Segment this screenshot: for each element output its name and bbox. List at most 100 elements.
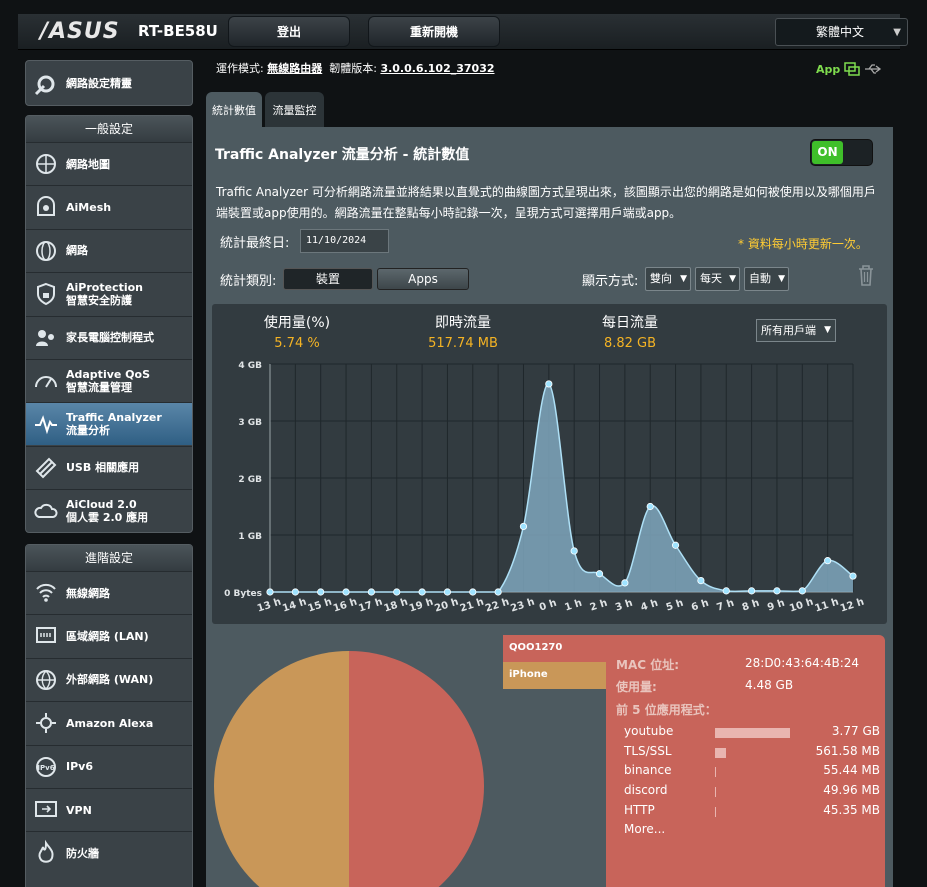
traffic-analyzer-icon (35, 415, 57, 435)
sidebar-item-label: 外部網路 (WAN) (66, 673, 153, 686)
data-point[interactable] (748, 587, 756, 595)
alexa-icon (36, 713, 56, 734)
device-list-item[interactable]: QOO1270 (503, 635, 606, 662)
x-tick-label: 23 h (509, 597, 536, 615)
update-note: * 資料每小時更新一次。 (738, 237, 868, 251)
data-point[interactable] (367, 588, 375, 596)
data-point[interactable] (393, 588, 401, 596)
data-point[interactable] (595, 570, 604, 578)
sidebar-item-shield[interactable]: AiProtection 智慧安全防護 (26, 272, 192, 315)
sidebar-item-usb[interactable]: USB 相關應用 (26, 445, 192, 489)
category-apps-button[interactable]: Apps (377, 268, 469, 290)
sidebar-item-wan-globe[interactable]: 外部網路 (WAN) (26, 657, 192, 701)
advanced-settings-heading: 進階設定 (26, 545, 192, 571)
sidebar-item-title: 防火牆 (66, 846, 99, 860)
sidebar-item-network-map[interactable]: 網路地圖 (26, 142, 192, 185)
language-value: 繁體中文 (816, 25, 865, 39)
sidebar-item-aimesh[interactable]: AiMesh (26, 185, 192, 228)
data-point[interactable] (697, 576, 705, 585)
firewall-icon (38, 840, 54, 864)
data-point[interactable] (722, 587, 730, 595)
pie-slice[interactable] (349, 651, 484, 887)
chevron-down-icon: ▼ (778, 274, 785, 284)
sidebar-item-wifi[interactable]: 無線網路 (26, 571, 192, 614)
x-tick-label: 19 h (408, 597, 435, 615)
data-point[interactable] (646, 502, 654, 511)
x-tick-label: 5 h (665, 598, 685, 614)
app-usage-bar (715, 728, 790, 738)
data-point[interactable] (671, 541, 680, 549)
data-point[interactable] (494, 588, 502, 596)
category-device-button[interactable]: 裝置 (283, 268, 373, 290)
last-date-input[interactable]: 11/10/2024 (300, 229, 389, 253)
top-apps-label: 前 5 位應用程式： (616, 703, 717, 717)
x-tick-label: 2 h (589, 598, 609, 614)
data-point[interactable] (824, 557, 832, 565)
sidebar-item-gauge[interactable]: Adaptive QoS 智慧流量管理 (26, 359, 192, 402)
wan-globe-icon (36, 669, 56, 690)
data-point[interactable] (519, 522, 528, 531)
client-select-value: 所有用戶端 (761, 324, 816, 337)
period-select[interactable]: 每天 ▼ (695, 267, 740, 291)
quick-setup-box[interactable]: 網路設定精靈 (25, 60, 193, 106)
data-point[interactable] (342, 588, 350, 596)
tab-traffic-monitor[interactable]: 流量監控 (265, 92, 324, 128)
sidebar-item-quick-setup[interactable]: 網路設定精靈 (26, 62, 192, 105)
data-point[interactable] (849, 572, 857, 580)
x-tick-label: 18 h (383, 597, 410, 615)
data-point[interactable] (291, 588, 299, 596)
sidebar-item-lan[interactable]: 區域網路 (LAN) (26, 614, 192, 657)
data-point[interactable] (570, 547, 578, 555)
sidebar-item-title: AiMesh (66, 200, 112, 214)
globe-icon (36, 240, 56, 261)
sidebar-item-title: 外部網路 (WAN) (66, 673, 154, 687)
app-size: 49.96 MB (823, 783, 880, 798)
app-status[interactable]: App (816, 62, 882, 76)
data-point[interactable] (469, 588, 477, 596)
sidebar-item-firewall[interactable]: 防火牆 (26, 831, 192, 874)
data-point[interactable] (545, 380, 553, 388)
data-point[interactable] (621, 579, 629, 587)
sidebar-item-title: 家長電腦控制程式 (66, 331, 154, 345)
x-tick-label: 14 h (281, 597, 308, 615)
app-size: 55.44 MB (823, 763, 880, 778)
device-list-item[interactable]: iPhone (503, 662, 606, 689)
data-point[interactable] (317, 588, 325, 596)
client-select[interactable]: 所有用戶端 ▼ (756, 319, 836, 342)
direction-value: 雙向 (650, 272, 672, 285)
x-tick-label: 22 h (484, 597, 511, 615)
device-pie-chart (214, 651, 484, 887)
data-point[interactable] (798, 587, 806, 595)
sidebar-item-vpn[interactable]: VPN (26, 788, 192, 831)
app-usage-bar (715, 806, 716, 817)
logout-button[interactable]: 登出 (228, 16, 350, 47)
sidebar-item-parental-control[interactable]: 家長電腦控制程式 (26, 315, 192, 359)
data-point[interactable] (418, 588, 426, 596)
y-tick-label: 2 GB (238, 475, 262, 485)
more-link[interactable]: More... (624, 822, 665, 836)
data-point[interactable] (773, 587, 781, 595)
reboot-button[interactable]: 重新開機 (368, 16, 500, 47)
firmware-link[interactable]: 3.0.0.6.102_37032 (380, 62, 494, 75)
mode-link[interactable]: 無線路由器 (267, 62, 322, 75)
traffic-analyzer-toggle[interactable]: ON (810, 139, 873, 166)
pie-slice[interactable] (214, 651, 349, 887)
direction-select[interactable]: 雙向 ▼ (645, 267, 691, 291)
data-point[interactable] (266, 588, 274, 596)
chevron-down-icon: ▼ (680, 274, 687, 284)
data-point[interactable] (443, 588, 452, 596)
tab-statistics[interactable]: 統計數值 (206, 92, 262, 128)
top-app-row: youtube 3.77 GB (624, 724, 886, 742)
top-header: /ASUS RT-BE58U 登出 重新開機 繁體中文 ▼ (18, 14, 908, 50)
scale-select[interactable]: 自動 ▼ (744, 267, 789, 291)
sidebar-item-alexa[interactable]: Amazon Alexa (26, 701, 192, 744)
sidebar-item-cloud[interactable]: AiCloud 2.0 個人雲 2.0 應用 (26, 489, 192, 532)
trash-icon[interactable] (856, 263, 876, 287)
language-select[interactable]: 繁體中文 ▼ (775, 18, 908, 46)
sidebar-item-traffic-analyzer[interactable]: Traffic Analyzer 流量分析 (26, 402, 192, 446)
sidebar-item-ipv6[interactable]: IPv6 IPv6 (26, 744, 192, 788)
mode-label: 運作模式: (216, 62, 264, 75)
app-size: 561.58 MB (815, 743, 880, 758)
sidebar-item-globe[interactable]: 網路 (26, 228, 192, 272)
sidebar-item-label: 網路 (66, 244, 88, 257)
